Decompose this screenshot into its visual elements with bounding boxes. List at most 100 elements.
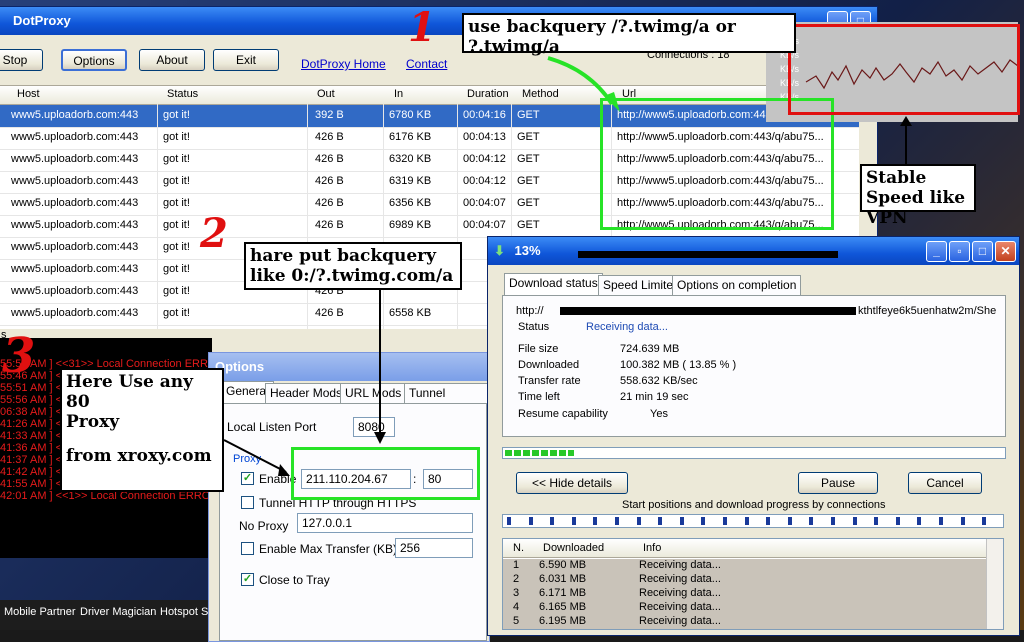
connections-progress-strip: [502, 514, 1004, 528]
taskbar-item-hotspot[interactable]: Hotspot S: [160, 606, 208, 618]
taskbar-item-driver-magician[interactable]: Driver Magician: [80, 606, 156, 618]
tab-url-mods[interactable]: URL Mods: [340, 383, 407, 403]
about-button[interactable]: About: [139, 49, 205, 71]
max-transfer-label: Enable Max Transfer (KB): [259, 542, 398, 556]
no-proxy-label: No Proxy: [239, 519, 289, 533]
cell-status: got it!: [163, 263, 190, 275]
list-item[interactable]: 3 6.171 MB Receiving data...: [503, 587, 987, 601]
options-button[interactable]: Options: [61, 49, 127, 71]
list-item[interactable]: 1 6.590 MB Receiving data...: [503, 559, 987, 573]
cell-duration: 00:04:12: [463, 175, 506, 187]
connection-marker: [831, 517, 835, 525]
list-cell-dl: 6.195 MB: [539, 615, 587, 627]
connection-marker: [939, 517, 943, 525]
connection-marker: [550, 517, 555, 525]
hide-details-button[interactable]: << Hide details: [516, 472, 628, 494]
list-cell-info: Receiving data...: [639, 601, 721, 613]
stable-speed-note: Stable Speed like VPN: [860, 164, 976, 228]
cell-status: got it!: [163, 219, 190, 231]
list-cell-n: 1: [513, 559, 520, 571]
cell-in: 6320 KB: [389, 153, 432, 165]
cell-in: 6319 KB: [389, 175, 432, 187]
cell-status: got it!: [163, 285, 190, 297]
download-titlebar[interactable]: ⬇ 13% _ ▫ □ ✕: [488, 237, 1019, 265]
contact-link[interactable]: Contact: [406, 57, 447, 71]
list-item[interactable]: 2 6.031 MB Receiving data...: [503, 573, 987, 587]
proxy-enable-checkbox[interactable]: ✓: [241, 472, 254, 485]
cell-host: www5.uploadorb.com:443: [11, 307, 139, 319]
column-header-status[interactable]: Status: [167, 88, 198, 100]
column-header-method[interactable]: Method: [522, 88, 559, 100]
cell-status: got it!: [163, 175, 190, 187]
column-divider[interactable]: [383, 104, 384, 330]
list-cell-n: 5: [513, 615, 520, 627]
column-header-host[interactable]: Host: [17, 88, 40, 100]
column-header-duration[interactable]: Duration: [467, 88, 509, 100]
column-divider[interactable]: [307, 104, 308, 330]
no-proxy-input[interactable]: 127.0.0.1: [297, 513, 473, 533]
connection-marker: [571, 517, 576, 525]
connection-marker: [895, 517, 900, 525]
options-titlebar[interactable]: Options: [209, 353, 489, 381]
taskbar: Mobile Partner Driver Magician Hotspot S: [0, 600, 210, 630]
stop-button[interactable]: Stop: [0, 49, 43, 71]
list-cell-dl: 6.031 MB: [539, 573, 587, 585]
cell-out: 426 B: [315, 153, 344, 165]
max-transfer-checkbox[interactable]: [241, 542, 254, 555]
cell-out: 426 B: [315, 175, 344, 187]
tunnel-https-checkbox[interactable]: [241, 496, 254, 509]
column-divider[interactable]: [457, 104, 458, 330]
taskbar-item-mobile-partner[interactable]: Mobile Partner: [4, 606, 76, 618]
backquery-note: use backquery /?.twimg/a or ?.twimg/a: [462, 13, 796, 57]
exit-button[interactable]: Exit: [213, 49, 279, 71]
tab-speed-limiter[interactable]: Speed Limiter: [598, 275, 683, 295]
listen-port-input[interactable]: 8080: [353, 417, 395, 437]
speed-highlight-box: [788, 24, 1020, 115]
cell-duration: 00:04:13: [463, 131, 506, 143]
list-item[interactable]: 4 6.165 MB Receiving data...: [503, 601, 987, 615]
dotproxy-title: DotProxy: [13, 13, 71, 28]
download-progress-bar: [502, 447, 1006, 459]
cancel-button[interactable]: Cancel: [908, 472, 982, 494]
file-size-value: 724.639 MB: [620, 343, 680, 355]
download-restore-button[interactable]: ▫: [949, 241, 970, 262]
pause-button[interactable]: Pause: [798, 472, 878, 494]
status-value: Receiving data...: [586, 321, 668, 333]
connection-marker: [507, 517, 511, 525]
dotproxy-home-link[interactable]: DotProxy Home: [301, 57, 386, 71]
tab-tunnel-options[interactable]: Tunnel Options: [404, 383, 489, 419]
list-header-info[interactable]: Info: [643, 542, 661, 554]
tab-download-status[interactable]: Download status: [504, 273, 603, 295]
cell-status: got it!: [163, 131, 190, 143]
tab-header-mods[interactable]: Header Mods: [265, 383, 348, 403]
time-left-label: Time left: [518, 391, 560, 403]
list-header-n[interactable]: N.: [513, 542, 524, 554]
column-header-in[interactable]: In: [394, 88, 403, 100]
close-to-tray-checkbox[interactable]: ✓: [241, 573, 254, 586]
cell-in: 6558 KB: [389, 307, 432, 319]
connection-marker: [874, 517, 879, 525]
max-transfer-input[interactable]: 256: [395, 538, 473, 558]
cell-host: www5.uploadorb.com:443: [11, 175, 139, 187]
cell-in: 6356 KB: [389, 197, 432, 209]
tab-options-on-completion[interactable]: Options on completion: [672, 275, 802, 295]
column-divider[interactable]: [157, 104, 158, 330]
download-minimize-button[interactable]: _: [926, 241, 947, 262]
connections-list-header: N. Downloaded Info: [503, 539, 987, 558]
column-header-out[interactable]: Out: [317, 88, 335, 100]
cell-status: got it!: [163, 109, 190, 121]
download-maximize-button[interactable]: □: [972, 241, 993, 262]
connections-list-scrollbar[interactable]: [986, 539, 1003, 629]
cell-status: got it!: [163, 197, 190, 209]
connection-marker: [917, 517, 922, 525]
file-size-label: File size: [518, 343, 559, 355]
cell-duration: 00:04:07: [463, 219, 506, 231]
download-close-button[interactable]: ✕: [995, 241, 1016, 262]
connection-marker: [809, 517, 814, 525]
cell-method: GET: [517, 219, 540, 231]
cell-status: got it!: [163, 153, 190, 165]
list-header-downloaded[interactable]: Downloaded: [543, 542, 604, 554]
list-item[interactable]: 5 6.195 MB Receiving data...: [503, 615, 987, 629]
cell-out: 426 B: [315, 307, 344, 319]
cell-host: www5.uploadorb.com:443: [11, 219, 139, 231]
